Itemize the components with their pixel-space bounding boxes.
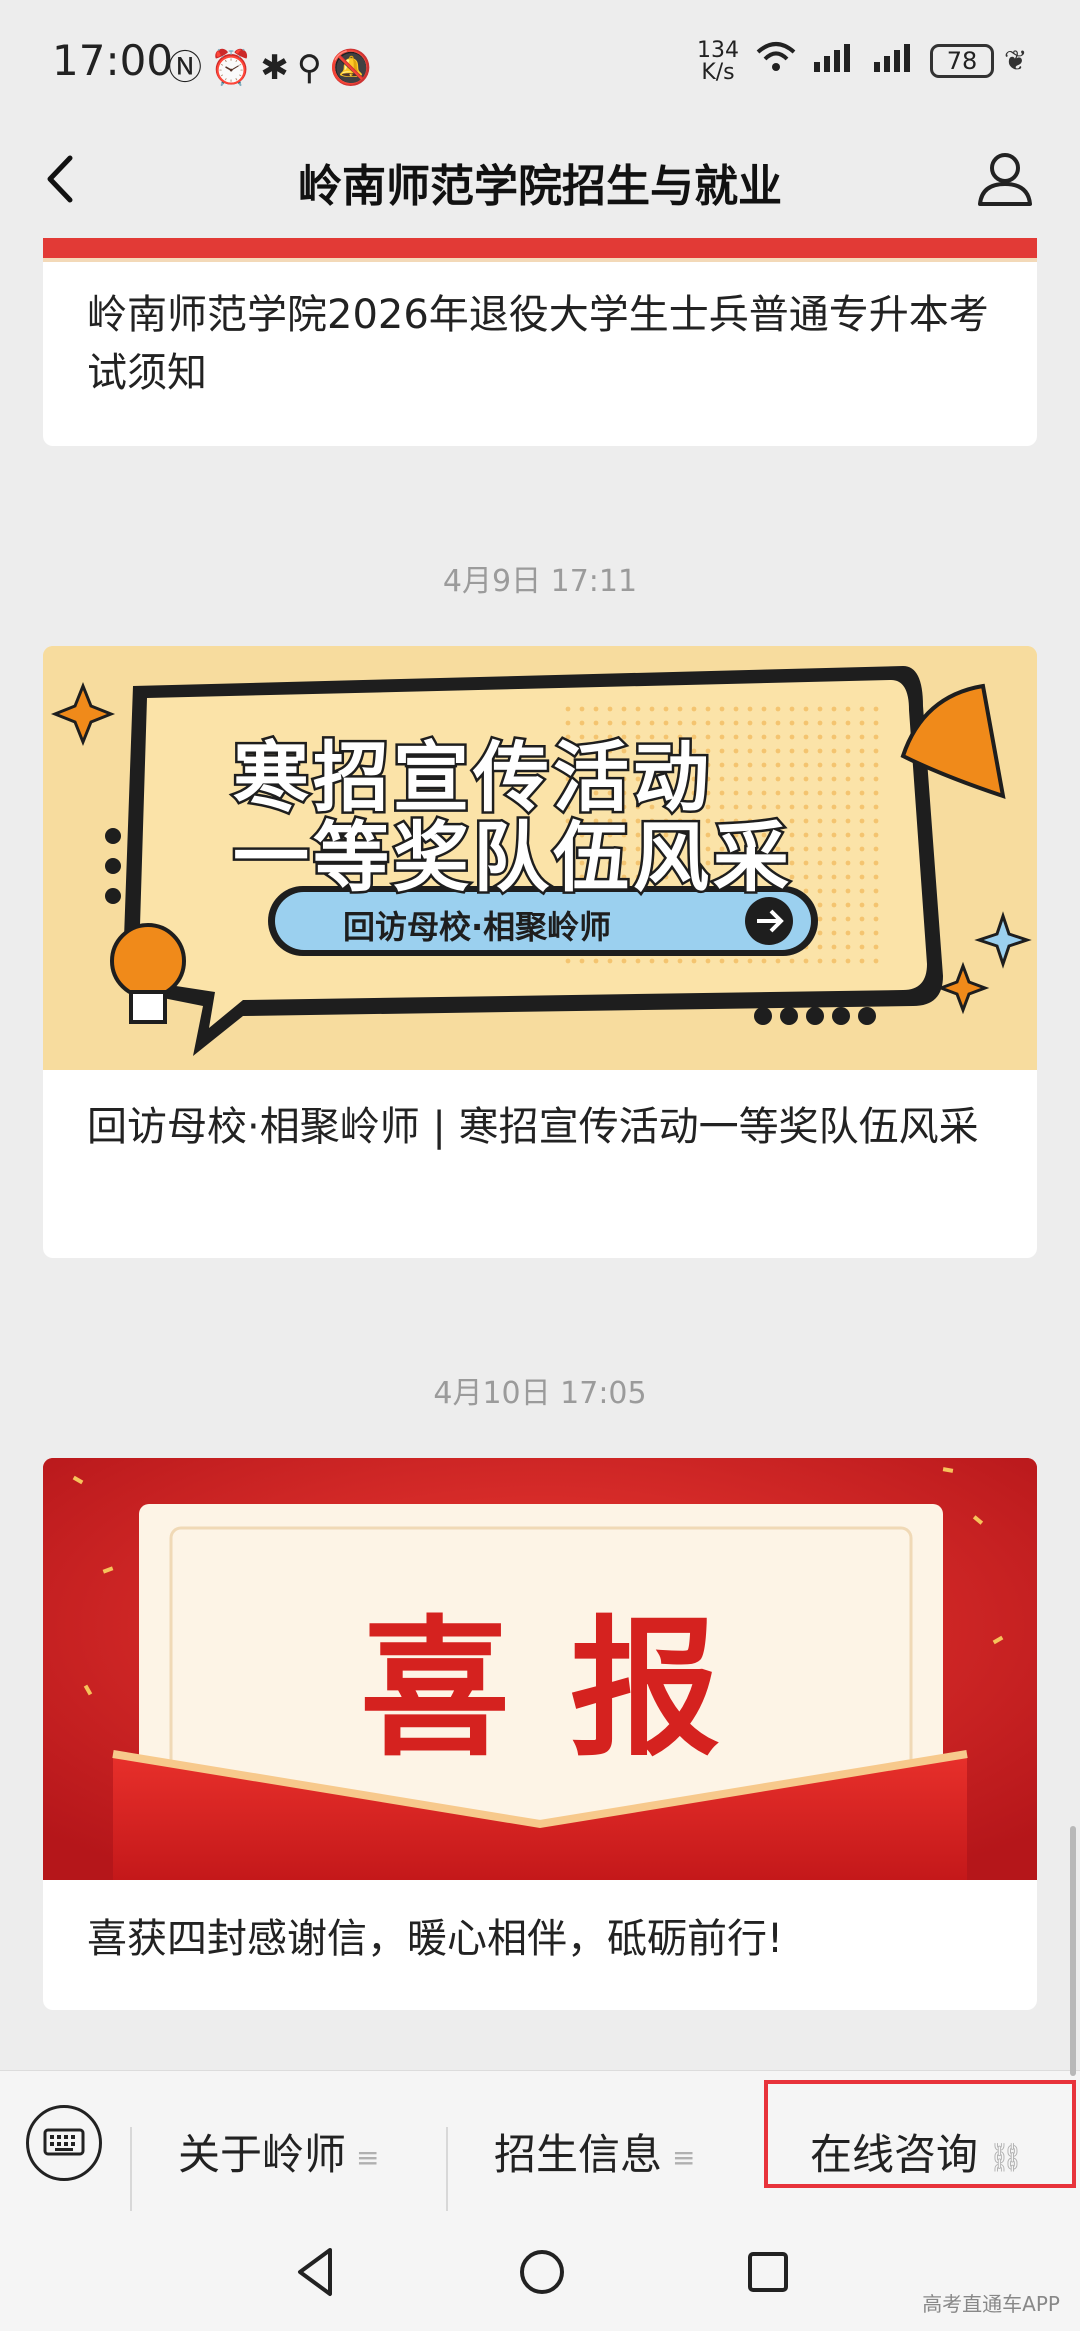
banner-image: 寒招宣传活动 一等奖队伍风采 回访母校·相聚岭师 — [43, 646, 1037, 1070]
nav-back-button[interactable] — [290, 2244, 340, 2300]
scrollbar[interactable] — [1070, 1826, 1076, 2076]
back-button[interactable] — [36, 144, 96, 214]
menu-divider — [446, 2127, 448, 2211]
nav-recents-button[interactable] — [740, 2244, 796, 2300]
square-recents-icon — [748, 2252, 788, 2292]
location-icon: ⚲ — [296, 48, 330, 88]
chevron-left-icon — [47, 155, 73, 203]
article-title: 喜获四封感谢信，暖心相伴，砥砺前行! — [87, 1916, 784, 1962]
signal-icons — [756, 40, 916, 82]
article-card[interactable]: 岭南师范学院2026年退役大学生士兵普通专升本考试须知 — [43, 238, 1037, 446]
nav-home-button[interactable] — [514, 2244, 570, 2300]
banner-headline: 喜报 — [359, 1603, 780, 1777]
power-saving-icon: ❦ — [1004, 44, 1028, 77]
bluetooth-icon: ✱ — [260, 48, 297, 88]
submenu-icon: ≡ — [672, 2141, 696, 2174]
keyboard-toggle-button[interactable] — [26, 2105, 102, 2181]
menu-item-admission-info[interactable]: 招生信息 ≡ — [494, 2121, 695, 2181]
article-timestamp: 4月9日 17:11 — [442, 564, 638, 599]
profile-button[interactable] — [970, 144, 1040, 214]
article-title: 回访母校·相聚岭师 | 寒招宣传活动一等奖队伍风采 — [87, 1104, 979, 1150]
watermark: 高考直通车APP — [922, 2292, 1060, 2316]
banner-pill-text: 回访母校·相聚岭师 — [343, 908, 612, 946]
wifi-icon — [756, 42, 796, 71]
nfc-icon: Ⓝ — [168, 48, 210, 88]
status-bar: 17:00 Ⓝ⏰✱⚲🔕 134 K/s 78 ❦ — [0, 0, 1080, 120]
speed-unit: K/s — [701, 60, 735, 85]
article-card[interactable]: 喜报 喜获四封感谢信，暖心相伴，砥砺前行! — [43, 1458, 1037, 2010]
article-title: 岭南师范学院2026年退役大学生士兵普通专升本考试须知 — [87, 292, 989, 396]
alarm-icon: ⏰ — [210, 48, 261, 88]
keyboard-icon — [43, 2128, 85, 2156]
signal-icon — [814, 44, 851, 72]
banner-image-bottom — [43, 238, 1037, 262]
status-time: 17:00 — [52, 36, 174, 85]
app-header: 岭南师范学院招生与就业 — [0, 120, 1080, 238]
menu-item-label: 招生信息 — [494, 2130, 663, 2179]
system-nav-bar: 高考直通车APP — [0, 2214, 1080, 2331]
circle-home-icon — [520, 2250, 564, 2294]
page-title: 岭南师范学院招生与就业 — [298, 161, 782, 212]
banner-headline-2: 一等奖队伍风采 — [231, 811, 793, 905]
speed-value: 134 — [697, 38, 739, 63]
menu-divider — [130, 2127, 132, 2211]
menu-item-about[interactable]: 关于岭师 ≡ — [178, 2121, 379, 2181]
mute-icon: 🔕 — [329, 48, 381, 88]
article-timestamp: 4月10日 17:05 — [433, 1376, 647, 1411]
banner-image: 喜报 — [43, 1458, 1037, 1880]
highlight-annotation-box — [764, 2080, 1076, 2188]
menu-item-label: 关于岭师 — [178, 2130, 347, 2179]
status-notification-icons: Ⓝ⏰✱⚲🔕 — [168, 40, 380, 89]
triangle-back-icon — [298, 2248, 332, 2296]
submenu-icon: ≡ — [356, 2141, 380, 2174]
signal-icon-2 — [874, 44, 911, 72]
network-speed: 134 K/s — [696, 40, 740, 84]
article-card[interactable]: 寒招宣传活动 一等奖队伍风采 回访母校·相聚岭师 回访母校·相聚岭师 | 寒招宣… — [43, 646, 1037, 1258]
battery-indicator: 78 — [930, 44, 994, 78]
user-icon — [978, 153, 1032, 206]
